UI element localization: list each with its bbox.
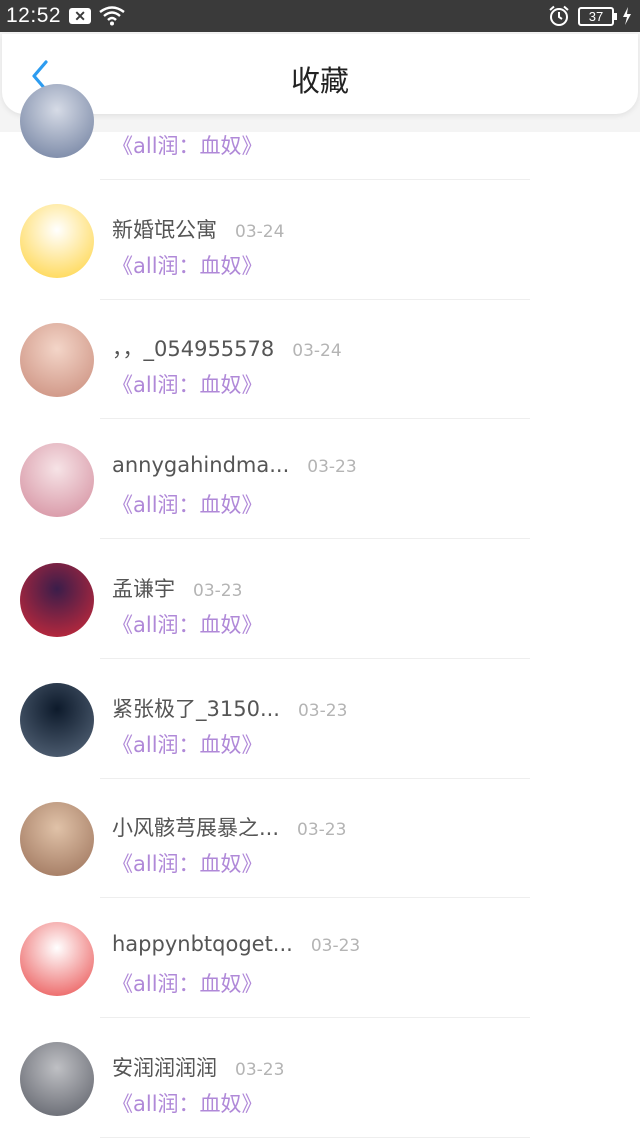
user-name[interactable]: annygahindma... xyxy=(112,453,289,477)
story-title[interactable]: 《all润：血奴》 xyxy=(112,369,263,399)
user-avatar[interactable] xyxy=(20,802,94,877)
item-date: 03-23 xyxy=(297,700,348,721)
story-title[interactable]: 《all润：血奴》 xyxy=(112,729,263,759)
user-avatar[interactable] xyxy=(20,562,94,637)
item-date: 03-23 xyxy=(310,935,361,956)
story-title[interactable]: 《all润：血奴》 xyxy=(112,489,263,519)
status-time: 12:52 xyxy=(6,4,62,27)
user-avatar[interactable] xyxy=(20,323,94,398)
user-avatar[interactable] xyxy=(20,921,94,996)
story-title[interactable]: 《all润：血奴》 xyxy=(112,250,263,280)
favorite-list-item[interactable]: 孟谦宇 03-23 《all润：血奴》 xyxy=(0,539,640,659)
story-title[interactable]: 《all润：血奴》 xyxy=(112,848,263,878)
favorite-list-item[interactable]: 小风骸芎展暴之... 03-23 《all润：血奴》 xyxy=(0,778,640,899)
list-divider xyxy=(100,1136,530,1138)
item-date: 03-23 xyxy=(297,820,347,841)
story-title[interactable]: 《all润：血奴》 xyxy=(112,609,263,639)
name-line: 孟谦宇 03-23 xyxy=(112,573,242,603)
name-line: 小风骸芎展暴之... 03-23 xyxy=(112,812,346,842)
name-line: 紧张极了_3150... 03-23 xyxy=(112,693,347,723)
favorite-list-item[interactable]: happynbtqoget... 03-23 《all润：血奴》 xyxy=(0,898,640,1018)
user-name[interactable]: 小风骸芎展暴之... xyxy=(112,812,279,842)
item-date: 03-23 xyxy=(235,1059,285,1080)
story-title[interactable]: 《all润：血奴》 xyxy=(112,968,263,998)
user-avatar[interactable] xyxy=(20,682,94,757)
item-date: 03-23 xyxy=(307,457,357,478)
favorite-list-item[interactable]: ，，_054955578 03-24 《all润：血奴》 xyxy=(0,299,640,420)
favorite-list-item[interactable]: 《all润：血奴》 xyxy=(0,60,640,180)
user-name[interactable]: 新婚氓公寓 xyxy=(112,214,217,244)
story-title[interactable]: 《all润：血奴》 xyxy=(112,1088,263,1118)
user-name[interactable]: 孟谦宇 xyxy=(112,573,175,603)
user-avatar[interactable] xyxy=(20,443,94,518)
charging-icon xyxy=(623,7,631,25)
battery-indicator: 37 xyxy=(578,6,617,26)
user-avatar[interactable] xyxy=(20,203,94,278)
user-name[interactable]: ，，_054955578 xyxy=(112,333,274,363)
name-line: 新婚氓公寓 03-24 xyxy=(112,214,284,244)
user-avatar[interactable] xyxy=(20,84,94,158)
favorite-list-item[interactable]: 安润润润润 03-23 《all润：血奴》 xyxy=(0,1018,640,1138)
name-line: happynbtqoget... 03-23 xyxy=(112,932,360,956)
alarm-icon xyxy=(549,5,569,26)
notification-x-icon: ✕ xyxy=(69,8,92,24)
item-date: 03-23 xyxy=(193,580,243,601)
favorite-list-item[interactable]: 紧张极了_3150... 03-23 《all润：血奴》 xyxy=(0,659,640,779)
name-line: ，，_054955578 03-24 xyxy=(112,333,342,363)
favorite-list-item[interactable]: 新婚氓公寓 03-24 《all润：血奴》 xyxy=(0,180,640,300)
status-bar: 12:52 ✕ 37 xyxy=(0,0,640,32)
wifi-icon xyxy=(99,6,125,26)
favorite-list-item[interactable]: annygahindma... 03-23 《all润：血奴》 xyxy=(0,419,640,540)
name-line: 安润润润润 03-23 xyxy=(112,1052,284,1082)
user-name[interactable]: happynbtqoget... xyxy=(112,932,293,956)
story-title[interactable]: 《all润：血奴》 xyxy=(112,130,263,160)
user-name[interactable]: 紧张极了_3150... xyxy=(112,693,280,723)
item-date: 03-24 xyxy=(292,341,342,362)
user-name[interactable]: 安润润润润 xyxy=(112,1052,217,1082)
name-line: annygahindma... 03-23 xyxy=(112,453,357,477)
item-date: 03-24 xyxy=(235,221,285,242)
user-avatar[interactable] xyxy=(20,1041,94,1116)
